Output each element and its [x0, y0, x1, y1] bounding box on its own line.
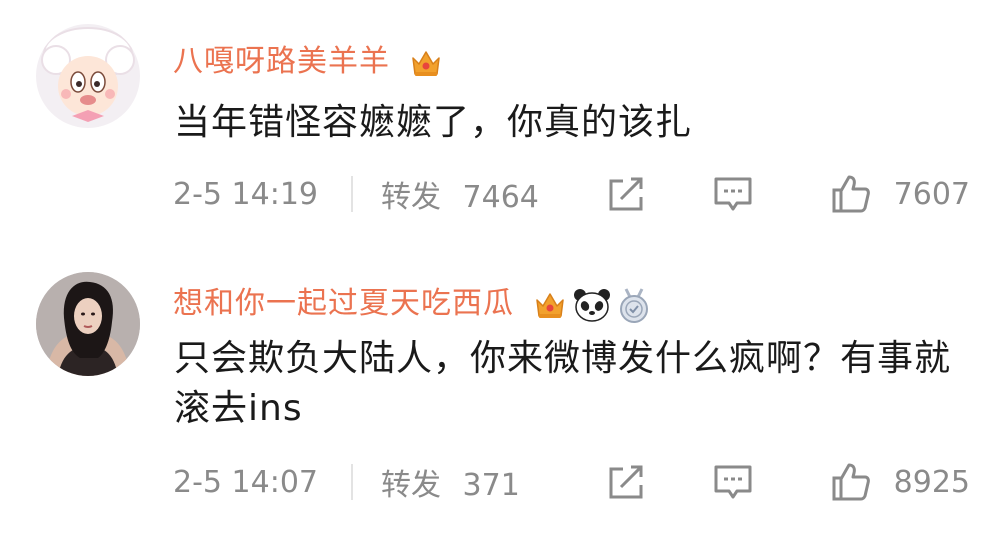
- avatar[interactable]: [36, 272, 140, 376]
- like-button[interactable]: 8925: [830, 462, 970, 502]
- repost-label: 转发: [381, 180, 441, 215]
- comment-button[interactable]: [713, 175, 753, 213]
- comment-text: 只会欺负大陆人，你来微博发什么疯啊？有事就滚去ins: [174, 338, 952, 429]
- timestamp: 2-5 14:19: [173, 176, 318, 212]
- comment-item: 八嘎呀路美羊羊 当年错怪容嬷嬷了，你真的该扎 2-5 14:19 转发 7464: [0, 0, 1000, 268]
- share-button[interactable]: [607, 463, 647, 501]
- comment-icon: [714, 177, 752, 211]
- username[interactable]: 想和你一起过夏天吃西瓜: [173, 278, 651, 323]
- username[interactable]: 八嘎呀路美羊羊: [173, 36, 443, 80]
- avatar[interactable]: [36, 24, 140, 128]
- repost-count: 371: [462, 468, 520, 503]
- repost-label: 转发: [381, 468, 441, 503]
- share-icon: [609, 465, 643, 499]
- username-label: 想和你一起过夏天吃西瓜: [173, 286, 514, 321]
- medal-icon: [619, 287, 648, 323]
- crown-icon: [411, 50, 440, 76]
- comment-item: 想和你一起过夏天吃西瓜 只会欺负大陆人，你来微博发什么疯啊？有事就滚去ins 2…: [0, 268, 1000, 535]
- username-label: 八嘎呀路美羊羊: [173, 44, 390, 79]
- comment-footer: 2-5 14:19 转发 7464 7607: [173, 164, 970, 224]
- repost-button[interactable]: 转发 7464: [381, 172, 551, 216]
- timestamp: 2-5 14:07: [173, 464, 318, 500]
- repost-count: 7464: [462, 180, 539, 215]
- thumbs-up-icon: [832, 175, 870, 213]
- comment-text: 当年错怪容嬷嬷了，你真的该扎: [174, 102, 693, 143]
- comment-button[interactable]: [713, 463, 753, 501]
- like-count: 7607: [893, 176, 970, 212]
- comment-footer: 2-5 14:07 转发 371 8925: [173, 452, 970, 512]
- repost-button[interactable]: 转发 371: [381, 460, 551, 504]
- like-button[interactable]: 7607: [830, 174, 970, 214]
- divider: [351, 464, 353, 500]
- share-icon: [609, 177, 643, 211]
- crown-icon: [535, 292, 564, 318]
- panda-icon: [573, 288, 610, 322]
- divider: [351, 176, 353, 212]
- share-button[interactable]: [607, 175, 647, 213]
- like-count: 8925: [893, 464, 970, 500]
- comment-icon: [714, 465, 752, 499]
- thumbs-up-icon: [832, 463, 870, 501]
